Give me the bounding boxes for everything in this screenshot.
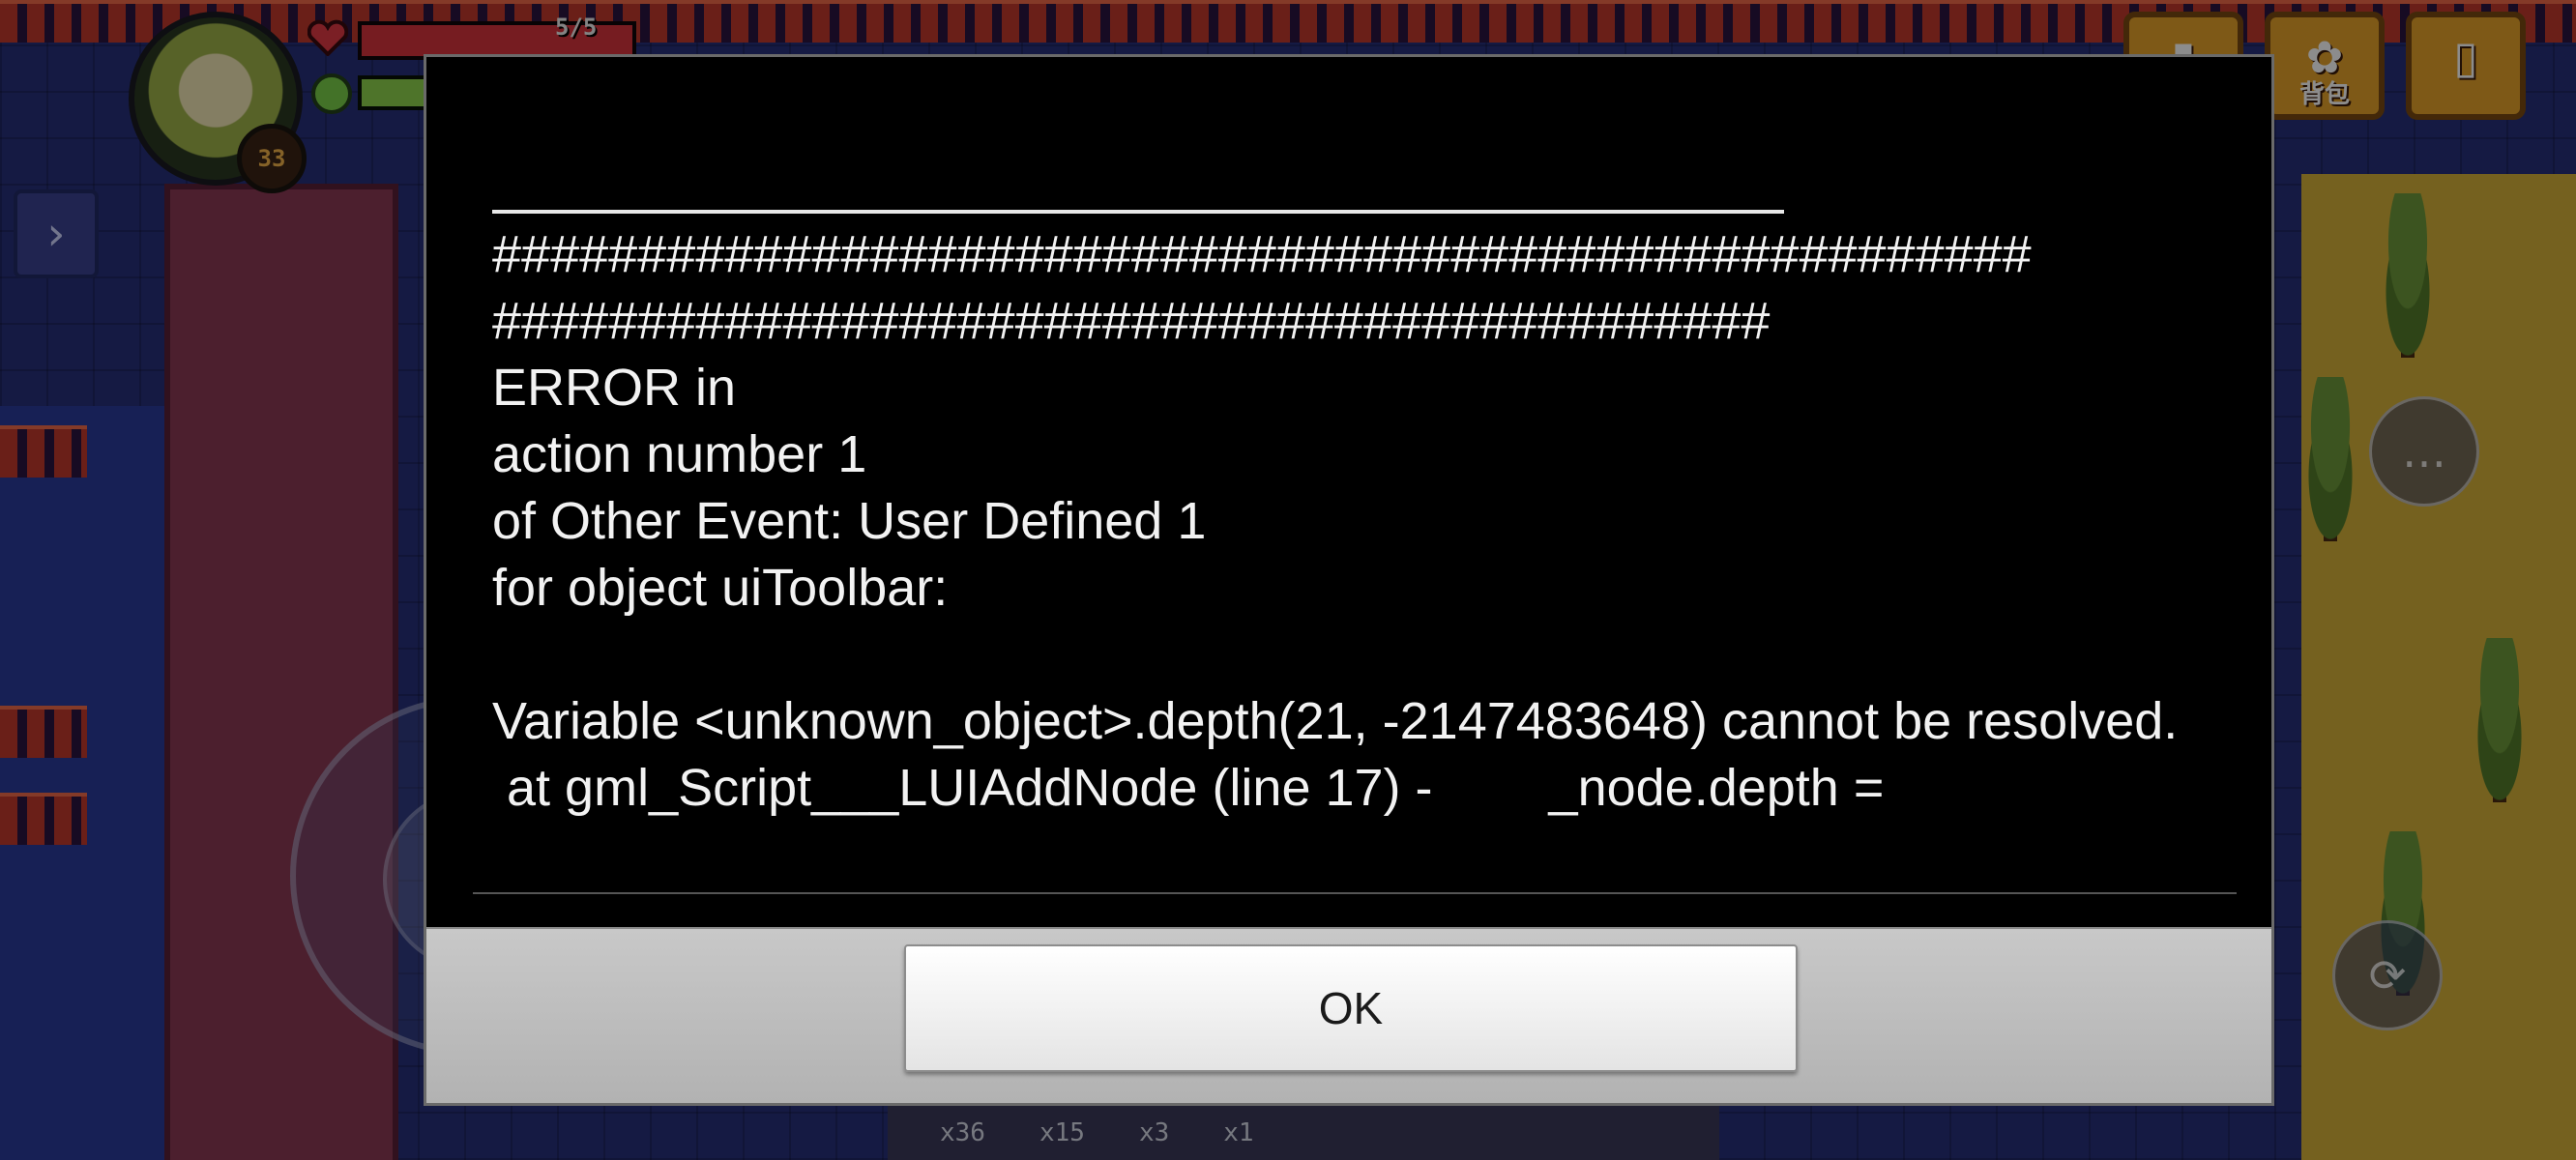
game-screen: 33 5/5 › ▮ ✿ 背包 ▯ … ⟳ x36 x15 x3 x1 — [0, 0, 2576, 1160]
error-dialog: ########################################… — [424, 54, 2274, 1106]
error-dialog-body[interactable]: ########################################… — [426, 57, 2271, 931]
dialog-divider — [473, 892, 2237, 894]
message-top-rule — [492, 210, 1784, 214]
ok-button[interactable]: OK — [904, 944, 1798, 1072]
error-dialog-footer: OK — [426, 927, 2271, 1103]
error-message: ########################################… — [492, 225, 2179, 817]
